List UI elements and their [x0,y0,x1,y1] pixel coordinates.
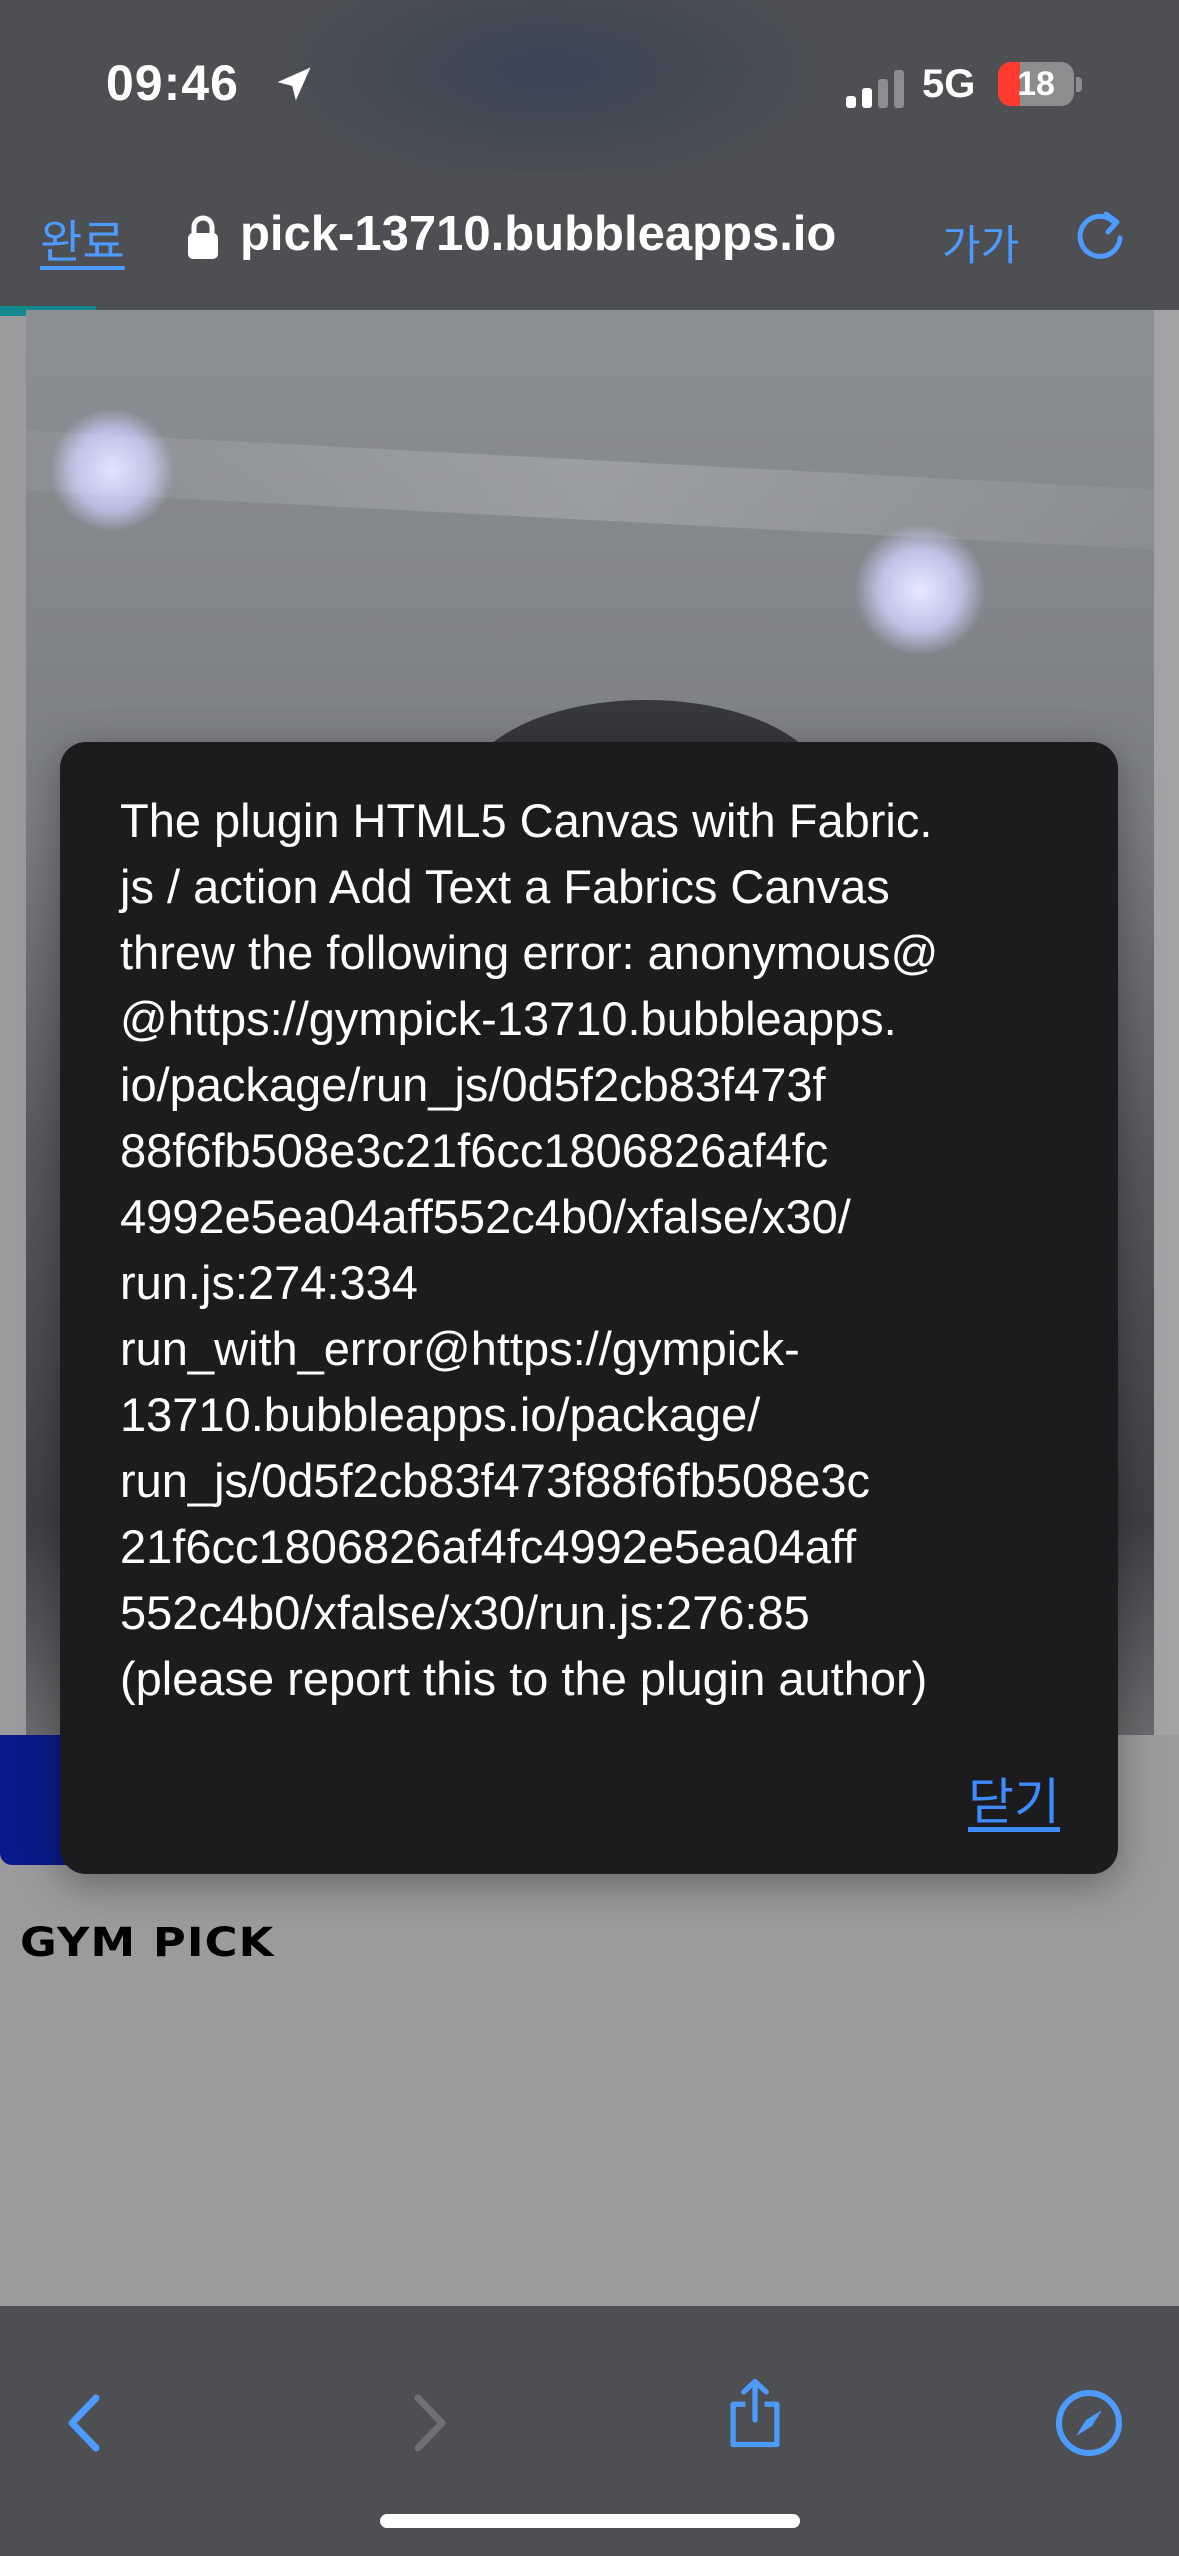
clock: 09:46 [106,55,239,111]
compass-icon[interactable] [1054,2388,1124,2458]
status-bar: 09:46 5G 18 [0,0,1179,200]
network-type: 5G [922,62,976,106]
battery-icon: 18 [998,62,1074,106]
cellular-signal-icon [846,70,904,108]
location-arrow-icon [277,67,311,101]
share-icon[interactable] [720,2378,790,2448]
forward-icon[interactable] [392,2388,462,2458]
photo-edge [1154,310,1179,1735]
url-text[interactable]: pick-13710.bubbleapps.io [240,206,836,262]
battery-cap [1076,77,1082,92]
error-message: The plugin HTML5 Canvas with Fabric. js … [120,794,939,1705]
home-indicator [380,2514,800,2528]
error-dialog: The plugin HTML5 Canvas with Fabric. js … [60,742,1118,1874]
reload-icon[interactable] [1070,204,1130,264]
lock-icon [188,215,218,259]
done-button[interactable]: 완료 [40,206,125,272]
gym-pick-logo: GYM PICK [20,1920,275,1966]
close-button[interactable]: 닫기 [968,1762,1060,1834]
browser-address-bar: 완료 pick-13710.bubbleapps.io 가가 [0,170,1179,310]
battery-percent: 18 [1017,65,1055,103]
back-icon[interactable] [52,2388,122,2458]
text-size-button[interactable]: 가가 [942,212,1019,273]
